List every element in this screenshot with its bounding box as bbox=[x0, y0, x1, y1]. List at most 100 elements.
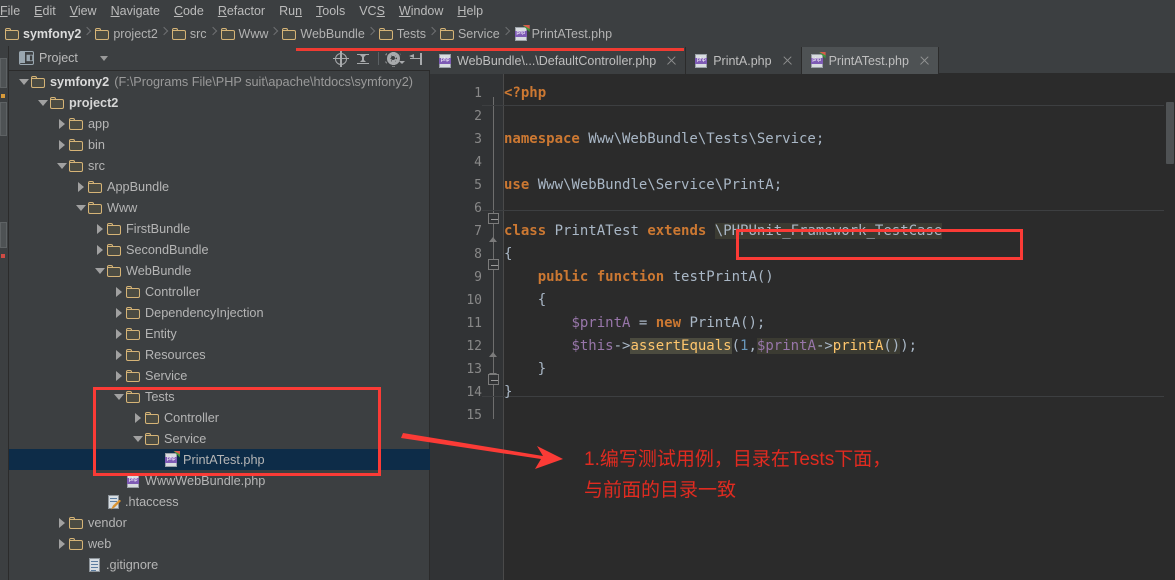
code-line[interactable]: 13 } bbox=[430, 358, 1175, 381]
breadcrumb-item-www[interactable]: Www bbox=[218, 23, 271, 45]
code-line[interactable]: 3 namespace Www\WebBundle\Tests\Service; bbox=[430, 128, 1175, 151]
tree-item[interactable]: Service bbox=[9, 428, 430, 449]
menu-item-code[interactable]: Code bbox=[167, 1, 211, 22]
tree-item[interactable]: symfony2 (F:\Programs File\PHP suit\apach… bbox=[9, 71, 430, 92]
tree-item[interactable]: .htaccess bbox=[9, 491, 430, 512]
tree-item[interactable]: Tests bbox=[9, 386, 430, 407]
tree-twisty-closed-icon[interactable] bbox=[112, 327, 126, 341]
code-line[interactable]: 12 $this->assertEquals(1,$printA->printA… bbox=[430, 335, 1175, 358]
tree-item[interactable]: DependencyInjection bbox=[9, 302, 430, 323]
menu-item-window[interactable]: Window bbox=[392, 1, 450, 22]
tree-twisty-closed-icon[interactable] bbox=[55, 138, 69, 152]
tree-item[interactable]: vendor bbox=[9, 512, 430, 533]
scrollbar-thumb[interactable] bbox=[1166, 102, 1174, 164]
code-line[interactable]: 8{ bbox=[430, 243, 1175, 266]
tool-window-stub[interactable] bbox=[0, 58, 7, 88]
code-line[interactable]: 7 class PrintATest extends \PHPUnit_Frame… bbox=[430, 220, 1175, 243]
tree-twisty-closed-icon[interactable] bbox=[112, 285, 126, 299]
code-line[interactable]: 10 { bbox=[430, 289, 1175, 312]
tree-item[interactable]: WebBundle bbox=[9, 260, 430, 281]
code-line[interactable]: 9 public function testPrintA() bbox=[430, 266, 1175, 289]
close-icon[interactable] bbox=[781, 54, 794, 67]
menu-item-tools[interactable]: Tools bbox=[309, 1, 352, 22]
tree-twisty-open-icon[interactable] bbox=[131, 432, 145, 446]
tree-twisty-closed-icon[interactable] bbox=[55, 537, 69, 551]
tree-item[interactable]: bin bbox=[9, 134, 430, 155]
tree-twisty-closed-icon[interactable] bbox=[131, 411, 145, 425]
tool-window-stub[interactable] bbox=[0, 102, 7, 136]
tree-twisty-open-icon[interactable] bbox=[36, 96, 50, 110]
code-line[interactable]: 4 bbox=[430, 151, 1175, 174]
breadcrumb-item-printatestphp[interactable]: PrintATest.php bbox=[511, 23, 614, 45]
hide-panel-icon[interactable] bbox=[406, 49, 426, 69]
tree-item[interactable]: SecondBundle bbox=[9, 239, 430, 260]
editor-tab[interactable]: WebBundle\...\DefaultController.php bbox=[430, 47, 687, 74]
tree-twisty-closed-icon[interactable] bbox=[74, 180, 88, 194]
tree-twisty-closed-icon[interactable] bbox=[112, 348, 126, 362]
breadcrumb-item-src[interactable]: src bbox=[169, 23, 209, 45]
breadcrumb-item-symfony2[interactable]: symfony2 bbox=[2, 23, 83, 45]
tree-item[interactable]: Controller bbox=[9, 407, 430, 428]
tree-twisty-closed-icon[interactable] bbox=[93, 222, 107, 236]
project-tree[interactable]: symfony2 (F:\Programs File\PHP suit\apach… bbox=[9, 71, 430, 580]
tree-item[interactable]: Controller bbox=[9, 281, 430, 302]
folder-icon bbox=[69, 138, 83, 151]
breadcrumb-item-webbundle[interactable]: WebBundle bbox=[279, 23, 366, 45]
tree-twisty-open-icon[interactable] bbox=[17, 75, 31, 89]
tree-twisty-closed-icon[interactable] bbox=[93, 243, 107, 257]
tree-item[interactable]: web bbox=[9, 533, 430, 554]
collapse-all-icon[interactable] bbox=[353, 49, 373, 69]
tree-item[interactable]: app bbox=[9, 113, 430, 134]
locate-icon[interactable] bbox=[331, 49, 351, 69]
tree-item[interactable]: PrintATest.php bbox=[9, 449, 430, 470]
tool-window-stub[interactable] bbox=[0, 222, 7, 248]
menu-item-view[interactable]: View bbox=[63, 1, 104, 22]
tree-item[interactable]: AppBundle bbox=[9, 176, 430, 197]
tree-item[interactable]: .gitignore bbox=[9, 554, 430, 575]
tree-item[interactable]: Www bbox=[9, 197, 430, 218]
tree-twisty-closed-icon[interactable] bbox=[112, 306, 126, 320]
menu-item-run[interactable]: Run bbox=[272, 1, 309, 22]
menu-item-vcs[interactable]: VCS bbox=[352, 1, 392, 22]
breadcrumb-item-tests[interactable]: Tests bbox=[376, 23, 428, 45]
code-line[interactable]: 11 $printA = new PrintA(); bbox=[430, 312, 1175, 335]
tree-item[interactable]: src bbox=[9, 155, 430, 176]
breadcrumb-item-project2[interactable]: project2 bbox=[92, 23, 159, 45]
code-line[interactable]: 1 <?php bbox=[430, 82, 1175, 105]
menu-item-help[interactable]: Help bbox=[450, 1, 490, 22]
menu-item-refactor[interactable]: Refactor bbox=[211, 1, 272, 22]
tree-twisty-closed-icon[interactable] bbox=[55, 516, 69, 530]
tree-item[interactable]: WwwWebBundle.php bbox=[9, 470, 430, 491]
tree-twisty-open-icon[interactable] bbox=[93, 264, 107, 278]
menu-item-edit[interactable]: Edit bbox=[27, 1, 63, 22]
tree-twisty-closed-icon[interactable] bbox=[55, 117, 69, 131]
editor-tab[interactable]: PrintATest.php bbox=[801, 47, 939, 74]
menu-item-file[interactable]: File bbox=[0, 1, 27, 22]
text-file-icon bbox=[88, 557, 101, 572]
close-icon[interactable] bbox=[665, 54, 678, 67]
tree-twisty-open-icon[interactable] bbox=[74, 201, 88, 215]
tree-twisty-open-icon[interactable] bbox=[55, 159, 69, 173]
breadcrumb-item-service[interactable]: Service bbox=[437, 23, 502, 45]
tree-twisty-open-icon[interactable] bbox=[112, 390, 126, 404]
code-line[interactable]: 2 bbox=[430, 105, 1175, 128]
tree-item[interactable]: Resources bbox=[9, 344, 430, 365]
tool-window-strip[interactable] bbox=[0, 46, 9, 580]
editor-tab[interactable]: PrintA.php bbox=[686, 47, 802, 74]
tree-item[interactable]: FirstBundle bbox=[9, 218, 430, 239]
menu-item-navigate[interactable]: Navigate bbox=[104, 1, 167, 22]
tree-item[interactable]: project2 bbox=[9, 92, 430, 113]
tree-item[interactable]: Service bbox=[9, 365, 430, 386]
code-line[interactable]: 5 use Www\WebBundle\Service\PrintA; bbox=[430, 174, 1175, 197]
code-line[interactable]: 14} bbox=[430, 381, 1175, 404]
close-icon[interactable] bbox=[918, 54, 931, 67]
editor-vertical-scrollbar[interactable] bbox=[1164, 74, 1175, 580]
tree-twisty-closed-icon[interactable] bbox=[112, 369, 126, 383]
tree-item[interactable]: Entity bbox=[9, 323, 430, 344]
chevron-down-icon[interactable] bbox=[99, 55, 108, 61]
code-line[interactable]: 15 bbox=[430, 404, 1175, 427]
code-line[interactable]: 6 bbox=[430, 197, 1175, 220]
gear-icon[interactable] bbox=[384, 49, 405, 69]
breadcrumb-item-label: Tests bbox=[396, 27, 426, 41]
